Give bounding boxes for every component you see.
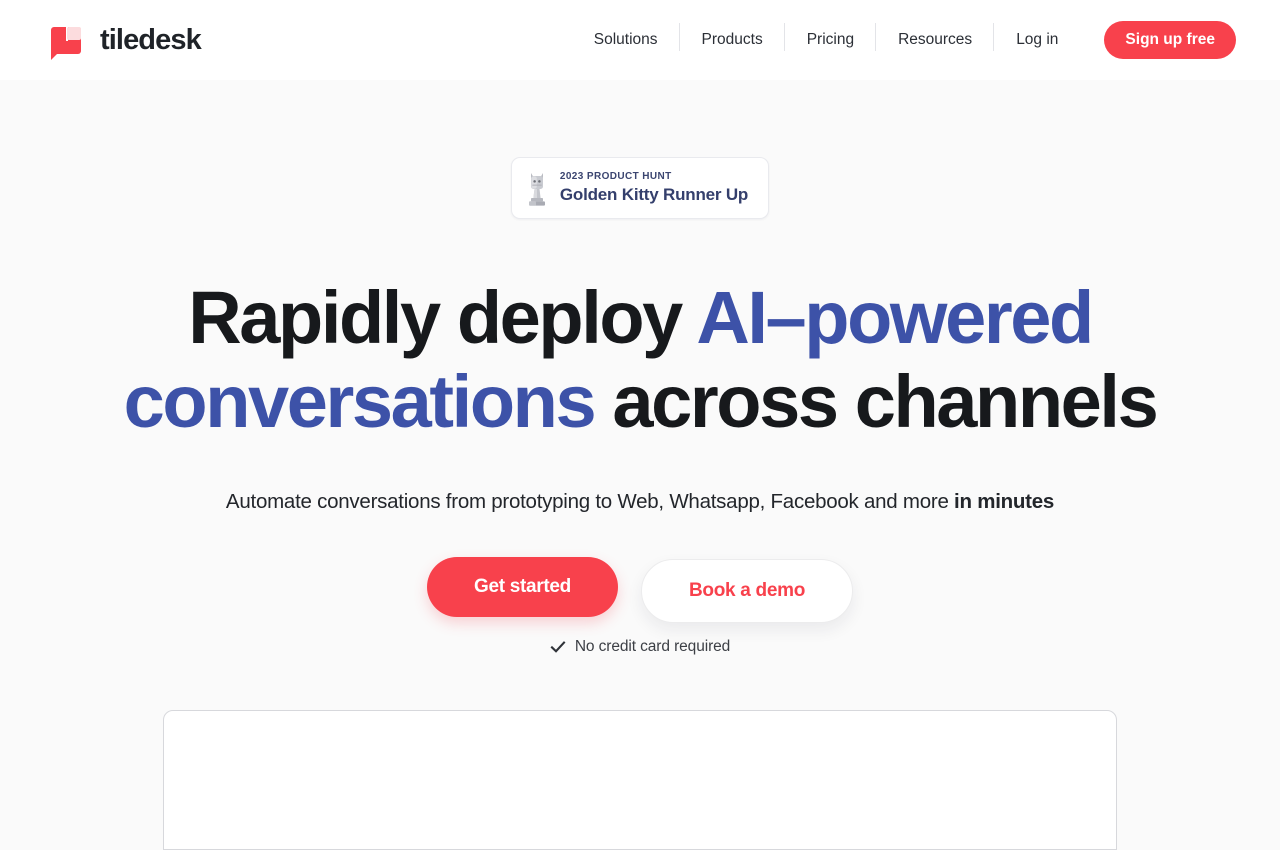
nav-item-products[interactable]: Products: [680, 23, 785, 51]
subheadline-bold: in minutes: [954, 490, 1055, 513]
tiledesk-logo-icon: [44, 18, 88, 62]
hero-section: 2023 PRODUCT HUNT Golden Kitty Runner Up…: [0, 80, 1280, 656]
product-preview-card: [163, 710, 1117, 850]
headline-part-3: across channels: [594, 360, 1158, 443]
subheadline-text: Automate conversations from prototyping …: [225, 490, 955, 513]
site-header: tiledesk Solutions Products Pricing Reso…: [0, 0, 1280, 80]
product-hunt-award-title: Golden Kitty Runner Up: [559, 184, 749, 204]
get-started-button[interactable]: Get started: [426, 557, 618, 617]
book-a-demo-button[interactable]: Book a demo: [641, 559, 853, 623]
hero-cta-row: Get started Book a demo: [0, 557, 1280, 623]
signup-free-button[interactable]: Sign up free: [1104, 21, 1236, 59]
nav-item-resources[interactable]: Resources: [876, 23, 995, 51]
no-credit-card-label: No credit card required: [574, 638, 731, 655]
main-navigation: Solutions Products Pricing Resources Log…: [572, 21, 1236, 59]
nav-item-login[interactable]: Log in: [994, 32, 1080, 48]
headline-accent-conversations: conversations: [123, 360, 597, 443]
headline-part-1: Rapidly deploy: [188, 276, 697, 359]
logo-home-link[interactable]: tiledesk: [44, 18, 202, 62]
golden-kitty-trophy-icon: [528, 173, 545, 206]
nav-item-solutions[interactable]: Solutions: [572, 23, 680, 51]
headline-accent-ai-powered: AI–powered: [696, 276, 1094, 359]
logo-wordmark: tiledesk: [100, 23, 202, 56]
product-hunt-badge[interactable]: 2023 PRODUCT HUNT Golden Kitty Runner Up: [510, 157, 770, 219]
hero-headline: Rapidly deploy AI–powered conversations …: [0, 276, 1280, 444]
hero-subheadline: Automate conversations from prototyping …: [0, 490, 1280, 514]
nav-item-pricing[interactable]: Pricing: [785, 23, 877, 51]
check-icon: [550, 641, 566, 653]
no-credit-card-note: No credit card required: [0, 638, 1280, 656]
product-hunt-eyebrow: 2023 PRODUCT HUNT: [559, 170, 672, 182]
